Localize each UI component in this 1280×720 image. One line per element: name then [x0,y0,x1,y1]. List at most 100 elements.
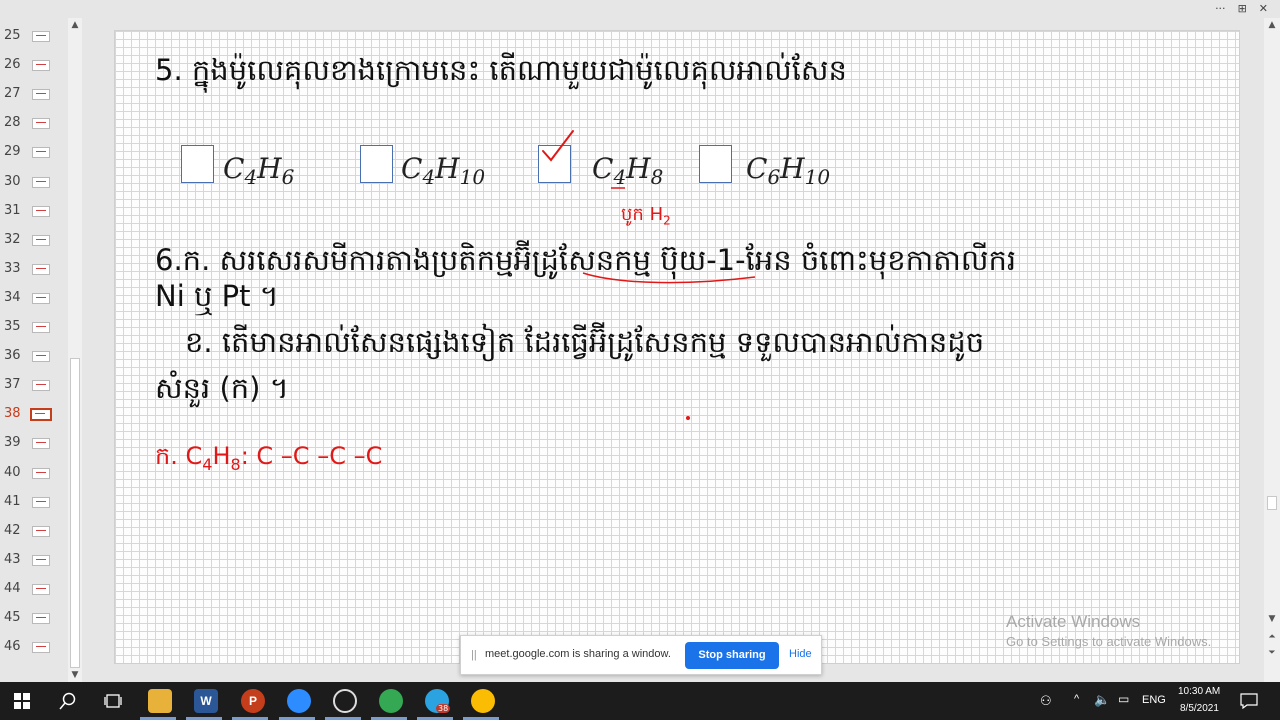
slide-thumbnail-image[interactable] [32,89,50,101]
slide-thumbnail[interactable]: 27 [0,86,66,115]
slide-thumbnail-image[interactable] [32,496,50,508]
slide-thumbnail-number: 35 [4,319,21,334]
slide-scrollbar[interactable]: ▲ ▼ ⏶ ⏷ [1264,18,1280,682]
slide-thumbnail-image[interactable] [32,263,50,275]
thumbnail-scroll-thumb[interactable] [70,358,80,668]
thumbnail-scrollbar[interactable]: ▲ ▼ [68,18,82,682]
clock-time[interactable]: 10:30 AM [1178,686,1220,697]
notifications-icon[interactable] [1240,693,1258,709]
option-formula-3: C4H8 [592,152,664,189]
stop-sharing-button[interactable]: Stop sharing [685,642,779,669]
slide-thumbnail[interactable]: 25 [0,28,66,57]
slide-thumbnail-image[interactable] [32,554,50,566]
option-formula-1: C4H6 [223,152,295,189]
more-options-icon[interactable]: ··· [1215,0,1226,18]
slide-thumbnail[interactable]: 38 [0,406,66,435]
telegram-badge: 38 [436,704,451,713]
slide-thumbnail-image[interactable] [32,583,50,595]
slide-thumbnail-image[interactable] [32,147,50,159]
search-icon[interactable] [59,692,77,710]
slide-thumbnail-number: 43 [4,551,21,567]
ink-dot [686,416,690,420]
hide-button[interactable]: Hide [789,648,812,660]
slide-thumbnail[interactable]: 29 [0,144,66,173]
chrome-icon[interactable] [379,689,403,713]
scroll-down-icon[interactable]: ▼ [68,668,82,682]
slide-thumbnail-image[interactable] [32,351,50,363]
slide-thumbnail-image[interactable] [32,118,50,130]
slide-thumbnail-number: 36 [4,348,21,364]
slide-scroll-thumb[interactable] [1267,496,1277,510]
scroll-up-icon[interactable]: ▲ [68,18,82,32]
slide-thumbnail[interactable]: 36 [0,348,66,377]
slide-thumbnail[interactable]: 40 [0,465,66,494]
slide-thumbnail[interactable]: 35 [0,319,66,348]
slide-thumbnail-number: 29 [4,144,21,160]
file-explorer-icon[interactable] [148,689,172,713]
language-indicator[interactable]: ENG [1142,694,1166,706]
slide-thumbnail[interactable]: 33 [0,261,66,290]
slide-thumbnail[interactable]: 28 [0,115,66,144]
slide-thumbnail[interactable]: 34 [0,290,66,319]
slide-thumbnail-number: 34 [4,289,21,305]
slide-thumbnail-image[interactable] [32,380,50,392]
slide-thumbnail-number: 42 [4,522,21,538]
ink-note-add-h2: បូក H2 [621,204,671,228]
slide-thumbnail-image[interactable] [32,642,50,654]
slide-thumbnail[interactable]: 31 [0,203,66,232]
chrome-icon-2[interactable] [471,689,495,713]
windows-start-icon[interactable] [14,693,30,709]
word-icon[interactable]: W [194,689,218,713]
option-checkbox-1[interactable] [181,145,214,183]
obs-icon[interactable] [333,689,357,713]
slide-thumbnail[interactable]: 37 [0,377,66,406]
ink-underline-c4 [611,187,625,189]
volume-icon[interactable]: 🔈 [1094,692,1110,708]
slide-thumbnail-image[interactable] [32,234,50,246]
slide-thumbnail[interactable]: 39 [0,435,66,464]
slide-thumbnail[interactable]: 26 [0,57,66,86]
question-5-text: 5. ក្នុងម៉ូលេគុលខាងក្រោមនេះ តើណាមួយជាម៉ូ… [155,53,847,87]
slide-thumbnail[interactable]: 30 [0,174,66,203]
task-view-icon[interactable] [104,693,122,709]
slide-thumbnail-image[interactable] [32,322,50,333]
slide-thumbnail-image[interactable] [32,525,50,537]
slide-thumbnail[interactable]: 46 [0,639,66,668]
slide-thumbnail-number: 28 [4,115,21,131]
slide-thumbnail[interactable]: 44 [0,581,66,610]
slide-thumbnail-image[interactable] [32,60,50,72]
slide-thumbnail[interactable]: 42 [0,523,66,552]
slide-thumbnail[interactable]: 41 [0,494,66,523]
clock-date[interactable]: 8/5/2021 [1180,703,1219,714]
restore-icon[interactable]: ⊞ [1238,0,1247,18]
slide-thumbnail-image[interactable] [32,438,50,450]
slide-thumbnail-image[interactable] [30,408,52,422]
watermark-subtitle: Go to Settings to activate Windows. [1006,634,1212,649]
slide-thumbnail-image[interactable] [32,176,50,188]
share-message: meet.google.com is sharing a window. [485,648,671,660]
people-icon[interactable]: ⚇ [1040,693,1052,709]
slide-thumbnail[interactable]: 43 [0,552,66,581]
scroll-up-icon[interactable]: ▲ [1264,18,1280,32]
slide-canvas[interactable]: 5. ក្នុងម៉ូលេគុលខាងក្រោមនេះ តើណាមួយជាម៉ូ… [114,30,1240,664]
slide-thumbnail-image[interactable] [32,613,50,624]
close-icon[interactable]: ✕ [1259,0,1268,18]
show-hidden-icons-icon[interactable]: ^ [1074,693,1079,705]
previous-slide-icon[interactable]: ⏶ [1264,630,1280,644]
slide-thumbnail-number: 33 [4,260,21,276]
next-slide-icon[interactable]: ⏷ [1264,646,1280,660]
slide-thumbnail-number: 41 [4,493,21,509]
battery-icon[interactable]: ▭ [1118,692,1129,706]
option-checkbox-2[interactable] [360,145,393,183]
slide-thumbnail[interactable]: 32 [0,232,66,261]
slide-thumbnail-image[interactable] [32,467,50,479]
powerpoint-icon[interactable]: P [241,689,265,713]
slide-thumbnail-image[interactable] [32,31,50,42]
slide-thumbnail-image[interactable] [32,205,50,217]
slide-thumbnail[interactable]: 45 [0,610,66,639]
slide-thumbnail-image[interactable] [32,292,50,304]
option-checkbox-4[interactable] [699,145,732,183]
scroll-down-icon[interactable]: ▼ [1264,612,1280,626]
zoom-icon[interactable] [287,689,311,713]
drag-handle-icon[interactable]: || [471,649,477,661]
